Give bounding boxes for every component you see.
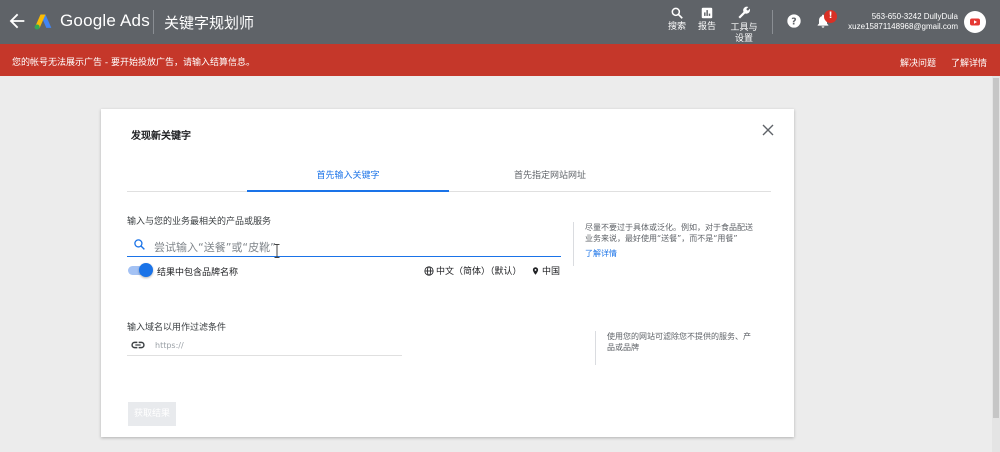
discover-keywords-dialog: 发现新关键字 首先输入关键字 首先指定网站网址 输入与您的业务最相关的产品或服务… xyxy=(101,109,794,437)
keyword-hint: 尽量不要过于具体或泛化。例如，对于食品配送 业务来说，最好使用“送餐”，而不是“… xyxy=(573,222,753,266)
learn-more-link[interactable]: 了解详情 xyxy=(951,56,987,69)
youtube-icon xyxy=(970,18,980,26)
alert-message: 您的帐号无法展示广告 - 要开始投放广告，请输入结算信息。 xyxy=(12,58,255,68)
scrollbar-thumb[interactable] xyxy=(993,78,999,418)
fix-issue-link[interactable]: 解决问题 xyxy=(900,56,936,69)
billing-alert-banner: 您的帐号无法展示广告 - 要开始投放广告，请输入结算信息。 解决问题 了解详情 xyxy=(0,44,1000,76)
language-selector[interactable]: 中文（简体）（默认） xyxy=(424,264,522,277)
notification-badge: ! xyxy=(824,10,837,23)
hint-line2: 业务来说，最好使用“送餐”，而不是“用餐” xyxy=(585,234,738,243)
include-brands-label: 结果中包含品牌名称 xyxy=(157,268,239,278)
location-pin-icon xyxy=(532,267,539,275)
back-arrow-icon[interactable] xyxy=(6,10,28,32)
text-cursor-icon xyxy=(274,244,280,258)
get-results-button[interactable]: 获取结果 xyxy=(128,402,176,426)
search-button[interactable]: 搜索 xyxy=(665,6,689,33)
domain-hint-line2: 品或品牌 xyxy=(607,343,639,352)
hint-learn-more-link[interactable]: 了解详情 xyxy=(585,248,753,259)
reports-button-label: 报告 xyxy=(697,22,716,32)
divider xyxy=(772,10,773,34)
divider xyxy=(153,10,154,34)
domain-input[interactable]: https:// xyxy=(127,336,402,356)
location-selector[interactable]: 中国 xyxy=(531,264,560,277)
close-icon[interactable] xyxy=(762,124,774,136)
tools-label-line1: 工具与 xyxy=(730,23,758,33)
search-icon xyxy=(134,239,145,250)
wrench-icon xyxy=(738,6,751,19)
domain-hint: 使用您的网站可滤除您不提供的服务、产 品或品牌 xyxy=(595,331,751,365)
globe-icon xyxy=(424,266,434,276)
search-placeholder: 尝试输入“送餐”或“皮靴” xyxy=(154,241,276,254)
domain-hint-line1: 使用您的网站可滤除您不提供的服务、产 xyxy=(607,332,751,341)
account-info[interactable]: 563-650-3242 DullyDula xuze15871148968@g… xyxy=(848,12,958,32)
url-placeholder: https:// xyxy=(155,341,184,350)
tab-start-with-keywords[interactable]: 首先输入关键字 xyxy=(247,161,449,192)
avatar[interactable] xyxy=(964,11,986,33)
dialog-title: 发现新关键字 xyxy=(131,131,191,142)
include-brands-toggle[interactable] xyxy=(127,263,153,277)
google-ads-logo-icon xyxy=(34,14,52,30)
tab-start-with-website[interactable]: 首先指定网站网址 xyxy=(449,161,651,192)
tools-label-line2: 设置 xyxy=(734,34,753,44)
svg-text:?: ? xyxy=(791,16,796,27)
account-email: xuze15871148968@gmail.com xyxy=(848,22,958,31)
brand-name[interactable]: Google Ads xyxy=(60,11,150,31)
search-button-label: 搜索 xyxy=(667,22,686,32)
page-title[interactable]: 关键字规划师 xyxy=(164,12,254,33)
search-icon xyxy=(671,7,683,19)
hint-line1: 尽量不要过于具体或泛化。例如，对于食品配送 xyxy=(585,223,753,232)
mode-tabs: 首先输入关键字 首先指定网站网址 xyxy=(127,161,771,192)
keyword-search-input[interactable]: 尝试输入“送餐”或“皮靴” xyxy=(127,233,561,257)
help-icon[interactable]: ? xyxy=(786,13,802,29)
toggle-knob xyxy=(139,263,153,277)
location-value: 中国 xyxy=(542,267,561,277)
reports-icon xyxy=(701,7,713,19)
tools-settings-button[interactable]: 工具与 设置 xyxy=(728,5,760,45)
language-value: 中文（简体）（默认） xyxy=(436,267,522,277)
link-icon xyxy=(131,341,145,349)
top-app-bar: Google Ads 关键字规划师 搜索 报告 工具与 设置 ? ! 563-6… xyxy=(0,0,1000,44)
account-id: 563-650-3242 DullyDula xyxy=(871,12,958,21)
domain-label: 输入域名以用作过滤条件 xyxy=(127,323,227,333)
page-scrollbar[interactable] xyxy=(992,76,1000,452)
product-label: 输入与您的业务最相关的产品或服务 xyxy=(127,217,272,227)
reports-button[interactable]: 报告 xyxy=(695,6,719,33)
